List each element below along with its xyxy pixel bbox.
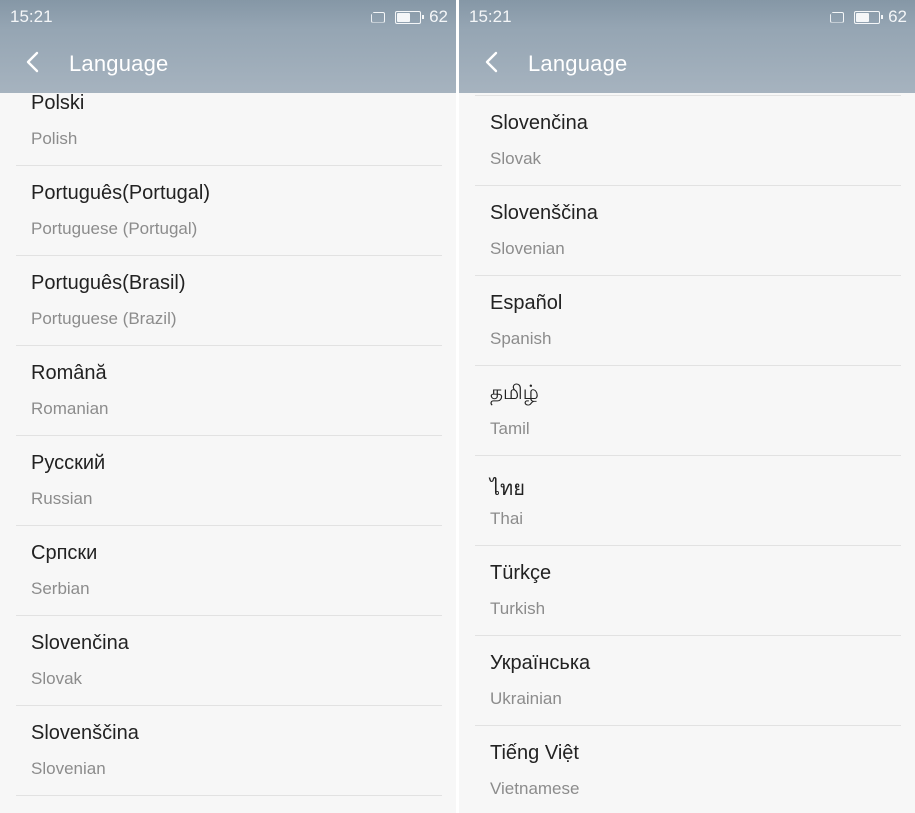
language-list[interactable]: Polski Polish Português(Portugal) Portug… — [0, 92, 456, 813]
title-bar: Language — [459, 32, 915, 93]
language-english-name: Spanish — [490, 329, 552, 348]
language-native-name: ไทย — [490, 478, 525, 500]
language-native-name: தமிழ் — [490, 382, 539, 404]
language-native-name: Slovenščina — [31, 722, 139, 744]
language-english-name: Turkish — [490, 599, 546, 618]
page-title: Language — [69, 51, 169, 76]
language-item-slovencina[interactable]: Slovenčina Slovak — [475, 96, 901, 186]
battery-icon — [395, 10, 425, 24]
language-native-name: Русский — [31, 452, 106, 474]
battery-fill — [856, 12, 869, 22]
language-native-name: Polski — [31, 92, 85, 114]
language-native-name: Türkçe — [490, 562, 552, 584]
battery-icon — [854, 10, 884, 24]
sim-card-icon — [830, 11, 845, 23]
language-item-ukrainska[interactable]: Українська Ukrainian — [475, 636, 901, 726]
language-item-russkiy[interactable]: Русский Russian — [16, 436, 442, 526]
language-screen-right: 15:21 62 Language Slovenčina Slovak Slov… — [459, 0, 915, 813]
sim-card-icon — [371, 11, 386, 23]
language-item-turkce[interactable]: Türkçe Turkish — [475, 546, 901, 636]
status-indicators: 62 — [371, 7, 448, 27]
language-native-name: Español — [490, 292, 563, 314]
language-native-name: Português(Brasil) — [31, 272, 186, 294]
language-english-name: Ukrainian — [490, 689, 562, 708]
language-item-romana[interactable]: Română Romanian — [16, 346, 442, 436]
battery-level: 62 — [888, 7, 907, 26]
language-native-name: Tiếng Việt — [490, 742, 579, 764]
language-english-name: Serbian — [31, 579, 90, 598]
app-header: 15:21 62 Language — [459, 0, 915, 93]
language-item-srpski[interactable]: Српски Serbian — [16, 526, 442, 616]
language-english-name: Thai — [490, 509, 524, 528]
language-item-polski[interactable]: Polski Polish — [16, 76, 442, 166]
language-native-name: Română — [31, 362, 107, 384]
language-english-name: Polish — [31, 129, 78, 148]
language-native-name: Српски — [31, 542, 98, 564]
status-bar: 15:21 62 — [459, 0, 915, 32]
battery-level: 62 — [429, 7, 448, 26]
language-english-name: Slovenian — [31, 759, 106, 778]
language-english-name: Slovak — [31, 669, 83, 688]
status-time: 15:21 — [10, 7, 53, 26]
language-item-thai[interactable]: ไทย Thai — [475, 456, 901, 546]
language-item-slovenscina[interactable]: Slovenščina Slovenian — [16, 706, 442, 796]
language-native-name: Українська — [490, 652, 591, 674]
status-bar: 15:21 62 — [0, 0, 456, 32]
status-time: 15:21 — [469, 7, 512, 26]
language-screen-left: 15:21 62 Language Polski Polish Portuguê… — [0, 0, 456, 813]
language-item-slovenscina[interactable]: Slovenščina Slovenian — [475, 186, 901, 276]
language-item-portugues-portugal[interactable]: Português(Portugal) Portuguese (Portugal… — [16, 166, 442, 256]
language-item-slovencina[interactable]: Slovenčina Slovak — [16, 616, 442, 706]
language-item-tieng-viet[interactable]: Tiếng Việt Vietnamese — [475, 726, 901, 813]
language-native-name: Slovenčina — [490, 112, 588, 134]
language-item-espanol[interactable]: Español Spanish — [475, 276, 901, 366]
chevron-left-icon[interactable] — [481, 50, 505, 74]
language-item-tamil[interactable]: தமிழ் Tamil — [475, 366, 901, 456]
language-english-name: Russian — [31, 489, 93, 508]
page-title: Language — [528, 51, 628, 76]
language-english-name: Slovak — [490, 149, 542, 168]
language-item-portugues-brasil[interactable]: Português(Brasil) Portuguese (Brazil) — [16, 256, 442, 346]
battery-fill — [397, 12, 410, 22]
language-english-name: Romanian — [31, 399, 109, 418]
chevron-left-icon[interactable] — [22, 50, 46, 74]
language-english-name: Portuguese (Brazil) — [31, 309, 177, 328]
language-english-name: Vietnamese — [490, 779, 580, 798]
language-list[interactable]: Slovenčina Slovak Slovenščina Slovenian … — [459, 93, 915, 813]
language-native-name: Português(Portugal) — [31, 182, 210, 204]
language-native-name: Slovenščina — [490, 202, 598, 224]
status-indicators: 62 — [830, 7, 907, 27]
language-english-name: Portuguese (Portugal) — [31, 219, 198, 238]
screenshot-pair: 15:21 62 Language Polski Polish Portuguê… — [0, 0, 915, 813]
language-english-name: Tamil — [490, 419, 530, 438]
language-native-name: Slovenčina — [31, 632, 129, 654]
language-english-name: Slovenian — [490, 239, 565, 258]
